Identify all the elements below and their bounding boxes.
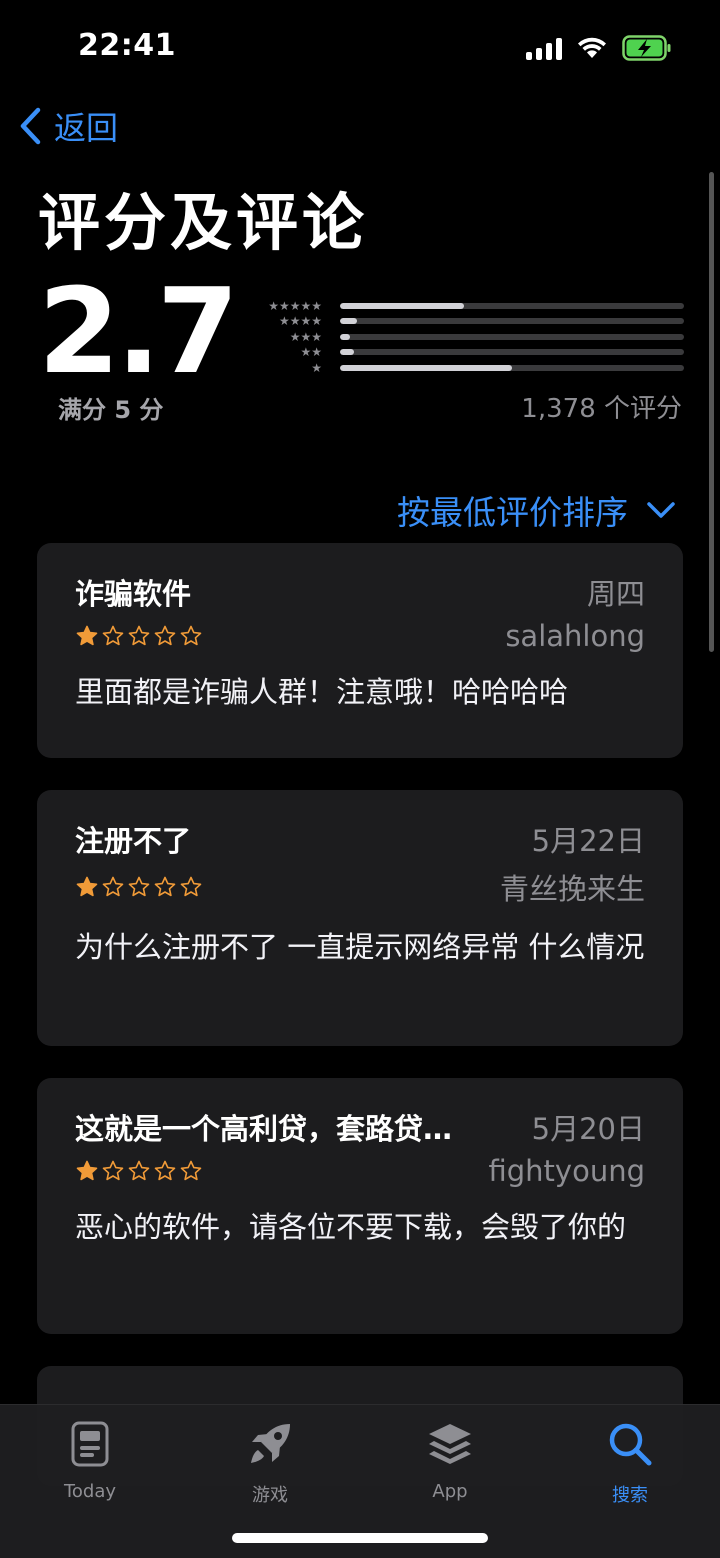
histogram-bar [340,302,684,309]
histogram-fill [340,318,358,325]
average-rating: 2.7 [38,262,239,400]
histogram-bar [340,349,684,356]
review-title: 注册不了 [75,824,192,858]
review-author: salahlong [505,619,645,653]
star-filled-icon [76,1160,98,1181]
wifi-icon [578,37,606,58]
star-filled-icon [76,876,98,897]
home-indicator[interactable] [232,1533,488,1543]
star-empty-icon [128,876,150,897]
review-body: 恶心的软件，请各位不要下载，会毁了你的 [75,1210,627,1244]
star-empty-icon [154,625,176,646]
histogram-bar [340,364,684,371]
star-empty-icon [128,1160,150,1181]
star-filled-icon [76,625,98,646]
page-title: 评分及评论 [38,186,369,259]
review-card[interactable]: 注册不了 5月22日 青丝挽来生 为什么注册不了 一直提示网络异常 什么情况 [37,790,683,1046]
review-author: 青丝挽来生 [499,872,645,906]
histogram-fill [340,333,351,340]
histogram-bar [340,333,684,340]
histogram-stars-label: ★★★★ [278,314,322,329]
battery-charging-icon [622,35,671,61]
review-date: 5月22日 [531,824,645,858]
app-stack-icon [429,1424,471,1464]
back-label: 返回 [54,109,119,147]
review-stars [75,1159,203,1183]
histogram-bar [340,318,684,325]
review-body: 为什么注册不了 一直提示网络异常 什么情况 [75,930,645,964]
sort-label: 按最低评价排序 [397,493,628,532]
cellular-signal-icon [526,36,562,60]
star-empty-icon [102,876,124,897]
status-icons [526,34,672,62]
histogram-row-2: ★★ [262,345,684,361]
histogram-stars-label: ★ [311,360,322,375]
star-empty-icon [154,1160,176,1181]
histogram-stars-label: ★★★★★ [268,298,322,313]
tab-label: 搜索 [612,1485,648,1506]
histogram-stars-label: ★★ [300,345,322,360]
histogram-row-4: ★★★★ [262,314,684,330]
review-date: 5月20日 [531,1112,645,1146]
tab-today[interactable]: Today [30,1417,150,1502]
today-icon [71,1421,109,1467]
review-author: fightyoung [488,1154,646,1188]
tab-label: Today [63,1481,117,1502]
status-bar: 22:41 [0,0,720,96]
tab-label: App [432,1481,468,1502]
out-of-label: 满分 5 分 [58,396,164,424]
review-card[interactable]: 这就是一个高利贷，套路贷… 5月20日 fightyoung 恶心的软件，请各位… [37,1078,683,1334]
rating-count: 1,378 个评分 [521,394,682,424]
star-empty-icon [180,625,202,646]
review-card[interactable]: 诈骗软件 周四 salahlong 里面都是诈骗人群！注意哦！哈哈哈哈 [37,543,683,758]
review-body: 里面都是诈骗人群！注意哦！哈哈哈哈 [75,675,569,709]
histogram-fill [340,349,354,356]
app-store-ratings-page: 22:41 返回 评分及评论 2.7 满分 5 分 ★★★★★ ★★★★ ★★★… [0,0,720,1558]
status-time: 22:41 [78,28,176,63]
rocket-icon [251,1424,290,1463]
review-date: 周四 [586,577,645,611]
histogram-row-5: ★★★★★ [262,298,684,314]
star-empty-icon [180,1160,202,1181]
review-title: 诈骗软件 [75,577,192,611]
tab-search[interactable]: 搜索 [570,1417,690,1507]
star-empty-icon [102,625,124,646]
rating-histogram: ★★★★★ ★★★★ ★★★ ★★ ★ [262,298,684,376]
histogram-fill [340,302,464,309]
sort-button[interactable]: 按最低评价排序 [397,486,676,534]
search-icon [609,1423,652,1466]
chevron-left-icon [20,107,41,145]
review-stars [75,624,203,648]
tab-apps[interactable]: App [390,1417,510,1502]
review-stars [75,875,203,899]
star-empty-icon [102,1160,124,1181]
histogram-stars-label: ★★★ [289,329,322,344]
star-empty-icon [180,876,202,897]
chevron-down-icon [647,502,675,518]
histogram-fill [340,364,512,371]
scroll-indicator[interactable] [709,172,714,652]
histogram-row-3: ★★★ [262,329,684,345]
tab-label: 游戏 [252,1485,288,1506]
star-empty-icon [128,625,150,646]
star-empty-icon [154,876,176,897]
back-button[interactable]: 返回 [18,104,118,148]
review-title: 这就是一个高利贷，套路贷… [75,1112,453,1146]
histogram-row-1: ★ [262,360,684,376]
tab-games[interactable]: 游戏 [210,1417,330,1507]
